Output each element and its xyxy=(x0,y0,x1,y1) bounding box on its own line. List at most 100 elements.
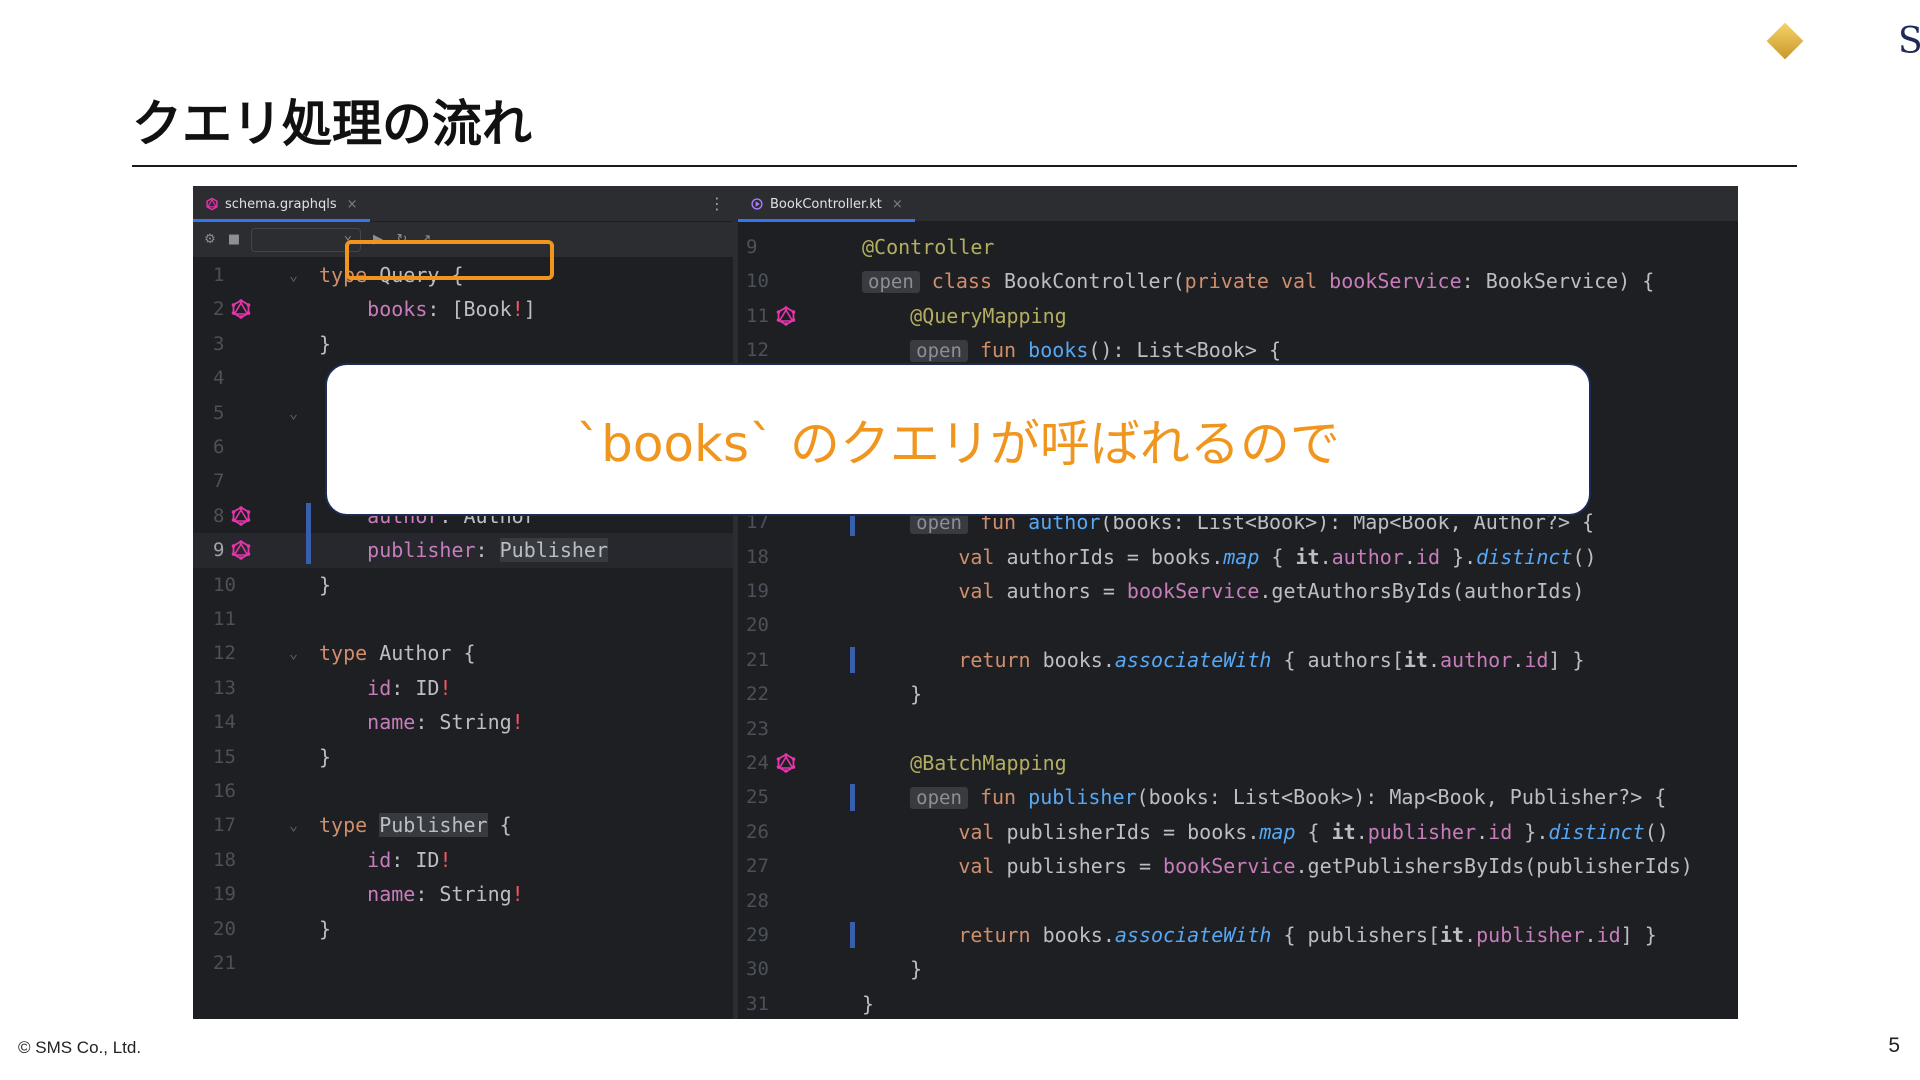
code-line[interactable]: 11 xyxy=(193,602,733,636)
code-text: val authorIds = books.map { it.author.id… xyxy=(958,544,1597,569)
code-line[interactable]: 9 publisher: Publisher xyxy=(193,533,733,568)
code-text: @QueryMapping xyxy=(910,303,1067,328)
code-line[interactable]: 12 ⌄ type Author { xyxy=(193,636,733,670)
line-number: 9 xyxy=(746,236,758,258)
code-line[interactable]: 27 val publishers = bookService.getPubli… xyxy=(738,849,1738,883)
code-line[interactable]: 9 @Controller xyxy=(738,230,1738,264)
more-options-icon[interactable]: ⋮ xyxy=(709,194,725,213)
code-line[interactable]: 21 xyxy=(193,946,733,980)
code-line[interactable]: 10 open class BookController(private val … xyxy=(738,264,1738,298)
code-line[interactable]: 24 @BatchMapping xyxy=(738,746,1738,780)
graphql-gutter-icon[interactable] xyxy=(776,753,796,773)
close-icon[interactable]: × xyxy=(892,197,903,212)
settings-icon[interactable]: ⚙ xyxy=(203,232,217,247)
code-line[interactable]: 17 ⌄ type Publisher { xyxy=(193,808,733,842)
code-line[interactable]: 2 books: [Book!] xyxy=(193,292,733,326)
tab-schema-graphqls[interactable]: schema.graphqls × xyxy=(193,186,370,222)
code-line[interactable]: 30 } xyxy=(738,952,1738,986)
tab-bookcontroller-kt[interactable]: BookController.kt × xyxy=(738,186,915,222)
ide-screenshot: schema.graphqls × ⋮ ⚙ ■ ▶ ↻ ↗ 1⌄type Que… xyxy=(193,186,1738,1019)
line-number: 19 xyxy=(213,883,236,906)
line-number: 16 xyxy=(213,780,236,802)
line-number: 28 xyxy=(746,889,769,912)
code-line[interactable]: 15} xyxy=(193,740,733,774)
line-number: 17 xyxy=(213,814,236,837)
line-number: 20 xyxy=(746,614,769,637)
code-text: } xyxy=(319,572,332,597)
line-number: 23 xyxy=(746,717,769,740)
callout-box: `books` のクエリが呼ばれるので xyxy=(325,363,1591,516)
left-tab-bar: schema.graphqls × ⋮ xyxy=(193,186,733,222)
code-text: } xyxy=(319,331,332,356)
fold-chevron-icon[interactable]: ⌄ xyxy=(289,636,298,670)
line-number: 11 xyxy=(746,304,769,327)
code-line[interactable]: 28 xyxy=(738,884,1738,918)
code-line[interactable]: 3} xyxy=(193,327,733,361)
slide-title: クエリ処理の流れ xyxy=(132,95,532,153)
line-number: 19 xyxy=(746,580,769,602)
logo-text: SMS xyxy=(1898,20,1920,62)
fold-chevron-icon[interactable]: ⌄ xyxy=(289,396,298,430)
code-line[interactable]: 16 xyxy=(193,774,733,808)
line-number: 27 xyxy=(746,855,769,878)
code-line[interactable]: 23 xyxy=(738,712,1738,746)
line-number: 15 xyxy=(213,745,236,768)
line-number: 18 xyxy=(746,545,769,568)
tab-label: schema.graphqls xyxy=(225,196,337,212)
close-icon[interactable]: × xyxy=(347,197,358,212)
code-line[interactable]: 14 name: String! xyxy=(193,705,733,739)
line-number: 4 xyxy=(213,367,225,390)
code-line[interactable]: 13 id: ID! xyxy=(193,671,733,705)
line-number: 7 xyxy=(213,470,225,493)
callout-text: `books` のクエリが呼ばれるので xyxy=(576,414,1340,473)
line-number: 13 xyxy=(213,676,236,699)
kotlin-file-icon xyxy=(751,198,763,210)
graphql-icon xyxy=(206,197,218,211)
code-text: open class BookController(private val bo… xyxy=(862,264,1654,299)
code-line[interactable]: 19 val authors = bookService.getAuthorsB… xyxy=(738,574,1738,608)
line-number: 20 xyxy=(213,917,236,940)
code-line[interactable]: 10} xyxy=(193,568,733,602)
graphql-gutter-icon[interactable] xyxy=(231,299,251,320)
title-divider xyxy=(132,165,1797,167)
code-line[interactable]: 22 } xyxy=(738,677,1738,711)
code-line[interactable]: 31} xyxy=(738,987,1738,1019)
code-line[interactable]: 20 xyxy=(738,608,1738,642)
vcs-change-marker[interactable] xyxy=(850,784,855,811)
schema-editor-pane: schema.graphqls × ⋮ ⚙ ■ ▶ ↻ ↗ 1⌄type Que… xyxy=(193,186,733,1019)
code-text: id: ID! xyxy=(367,675,452,700)
code-line[interactable]: 25 open fun publisher(books: List<Book>)… xyxy=(738,780,1738,814)
code-text: return books.associateWith { publishers[… xyxy=(958,923,1657,947)
graphql-gutter-icon[interactable] xyxy=(776,305,796,326)
code-line[interactable]: 11 @QueryMapping xyxy=(738,299,1738,333)
line-number: 25 xyxy=(746,786,769,809)
code-line[interactable]: 19 name: String! xyxy=(193,877,733,911)
vcs-change-marker[interactable] xyxy=(850,646,855,674)
code-line[interactable]: 29 return books.associateWith { publishe… xyxy=(738,918,1738,952)
code-line[interactable]: 18 id: ID! xyxy=(193,843,733,877)
graphql-gutter-icon[interactable] xyxy=(231,505,251,526)
fold-chevron-icon[interactable]: ⌄ xyxy=(289,808,298,842)
line-number: 5 xyxy=(213,401,225,424)
line-number: 18 xyxy=(213,848,236,871)
graphql-gutter-icon[interactable] xyxy=(231,540,251,560)
code-line[interactable]: 26 val publisherIds = books.map { it.pub… xyxy=(738,815,1738,849)
logo-diamond-icon xyxy=(1766,22,1804,60)
code-line[interactable]: 21 return books.associateWith { authors[… xyxy=(738,643,1738,677)
controller-editor-pane: BookController.kt × 9 @Controller 10 open c… xyxy=(738,186,1738,1019)
line-number: 22 xyxy=(746,683,769,706)
line-number: 26 xyxy=(746,820,769,843)
code-line[interactable]: 18 val authorIds = books.map { it.author… xyxy=(738,540,1738,574)
vcs-change-marker[interactable] xyxy=(850,922,855,949)
fold-chevron-icon[interactable]: ⌄ xyxy=(289,258,298,292)
right-tab-bar: BookController.kt × xyxy=(738,186,1738,222)
stop-icon[interactable]: ■ xyxy=(227,232,241,247)
line-number: 3 xyxy=(213,332,225,355)
code-text: } xyxy=(862,991,875,1016)
code-text: name: String! xyxy=(367,882,524,907)
line-number: 12 xyxy=(213,642,236,665)
vcs-change-marker[interactable] xyxy=(306,502,311,564)
code-line[interactable]: 20} xyxy=(193,912,733,946)
line-number: 10 xyxy=(213,573,236,596)
code-text: name: String! xyxy=(367,710,524,735)
